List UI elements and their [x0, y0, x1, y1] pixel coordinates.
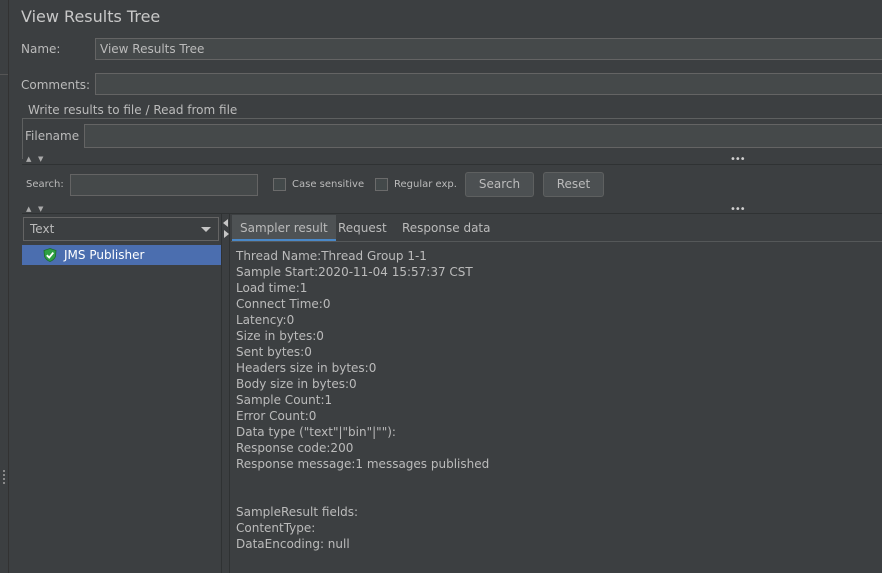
filename-field[interactable]	[84, 124, 882, 148]
collapse-right-icon[interactable]	[224, 230, 229, 238]
result-line: Response code:200	[236, 441, 354, 455]
result-line: Error Count:0	[236, 409, 317, 423]
collapse-up-icon[interactable]: ▲	[26, 156, 31, 163]
result-line: Connect Time:0	[236, 297, 331, 311]
tree-item-label: JMS Publisher	[64, 248, 145, 262]
collapse-left-icon[interactable]	[223, 219, 228, 227]
result-line: Latency:0	[236, 313, 295, 327]
left-collapse-strip[interactable]	[0, 0, 9, 573]
renderer-select[interactable]: Text	[23, 217, 219, 241]
result-line: DataEncoding: null	[236, 537, 350, 551]
name-label: Name:	[21, 42, 61, 56]
tree-item-jms-publisher[interactable]: JMS Publisher	[22, 245, 221, 265]
tab-response-data[interactable]: Response data	[394, 215, 498, 241]
result-line: Thread Name:Thread Group 1-1	[236, 249, 427, 263]
tab-sampler-result[interactable]: Sampler result	[232, 215, 336, 241]
collapse-down-icon[interactable]: ▼	[38, 156, 43, 163]
sampler-result-text: Thread Name:Thread Group 1-1 Sample Star…	[236, 248, 489, 552]
filename-label: Filename	[25, 129, 80, 143]
comments-label: Comments:	[21, 78, 91, 92]
file-group-title: Write results to file / Read from file	[26, 103, 240, 117]
result-line: Headers size in bytes:0	[236, 361, 377, 375]
result-line: Response message:1 messages published	[236, 457, 490, 471]
result-line: Sample Count:1	[236, 393, 333, 407]
case-sensitive-label: Case sensitive	[292, 179, 365, 190]
result-line: Load time:1	[236, 281, 308, 295]
strip-divider	[0, 74, 8, 87]
result-line	[236, 488, 489, 504]
search-input[interactable]	[70, 174, 258, 196]
result-line: SampleResult fields:	[236, 505, 359, 519]
result-line: Sample Start:2020-11-04 15:57:37 CST	[236, 265, 473, 279]
result-line	[236, 472, 489, 488]
regex-label: Regular exp.	[394, 179, 457, 190]
comments-field[interactable]	[95, 73, 882, 95]
search-button[interactable]: Search	[465, 172, 534, 197]
shield-check-icon	[43, 248, 57, 262]
top-splitter[interactable]: ▲ ▼ •••	[22, 154, 882, 165]
reset-button[interactable]: Reset	[543, 172, 604, 197]
result-line: Body size in bytes:0	[236, 377, 357, 391]
result-line: Size in bytes:0	[236, 329, 324, 343]
search-label: Search:	[26, 179, 64, 190]
divider	[22, 213, 882, 214]
chevron-down-icon	[201, 227, 211, 232]
resize-grip-icon[interactable]	[3, 470, 7, 484]
middle-splitter[interactable]: ▲ ▼ •••	[22, 204, 882, 215]
name-field[interactable]	[95, 38, 882, 60]
result-tabs: Sampler result Request Response data	[231, 215, 882, 242]
result-line: ContentType:	[236, 521, 316, 535]
collapse-down-icon[interactable]: ▼	[38, 206, 43, 213]
regex-checkbox[interactable]	[375, 178, 388, 191]
result-line: Data type ("text"|"bin"|""):	[236, 425, 396, 439]
tab-request[interactable]: Request	[330, 215, 395, 241]
collapse-up-icon[interactable]: ▲	[26, 206, 31, 213]
result-line: Sent bytes:0	[236, 345, 312, 359]
vertical-splitter[interactable]	[221, 214, 230, 573]
page-title: View Results Tree	[21, 7, 161, 26]
divider	[22, 164, 882, 165]
case-sensitive-checkbox[interactable]	[273, 178, 286, 191]
renderer-selected-value: Text	[30, 222, 55, 236]
